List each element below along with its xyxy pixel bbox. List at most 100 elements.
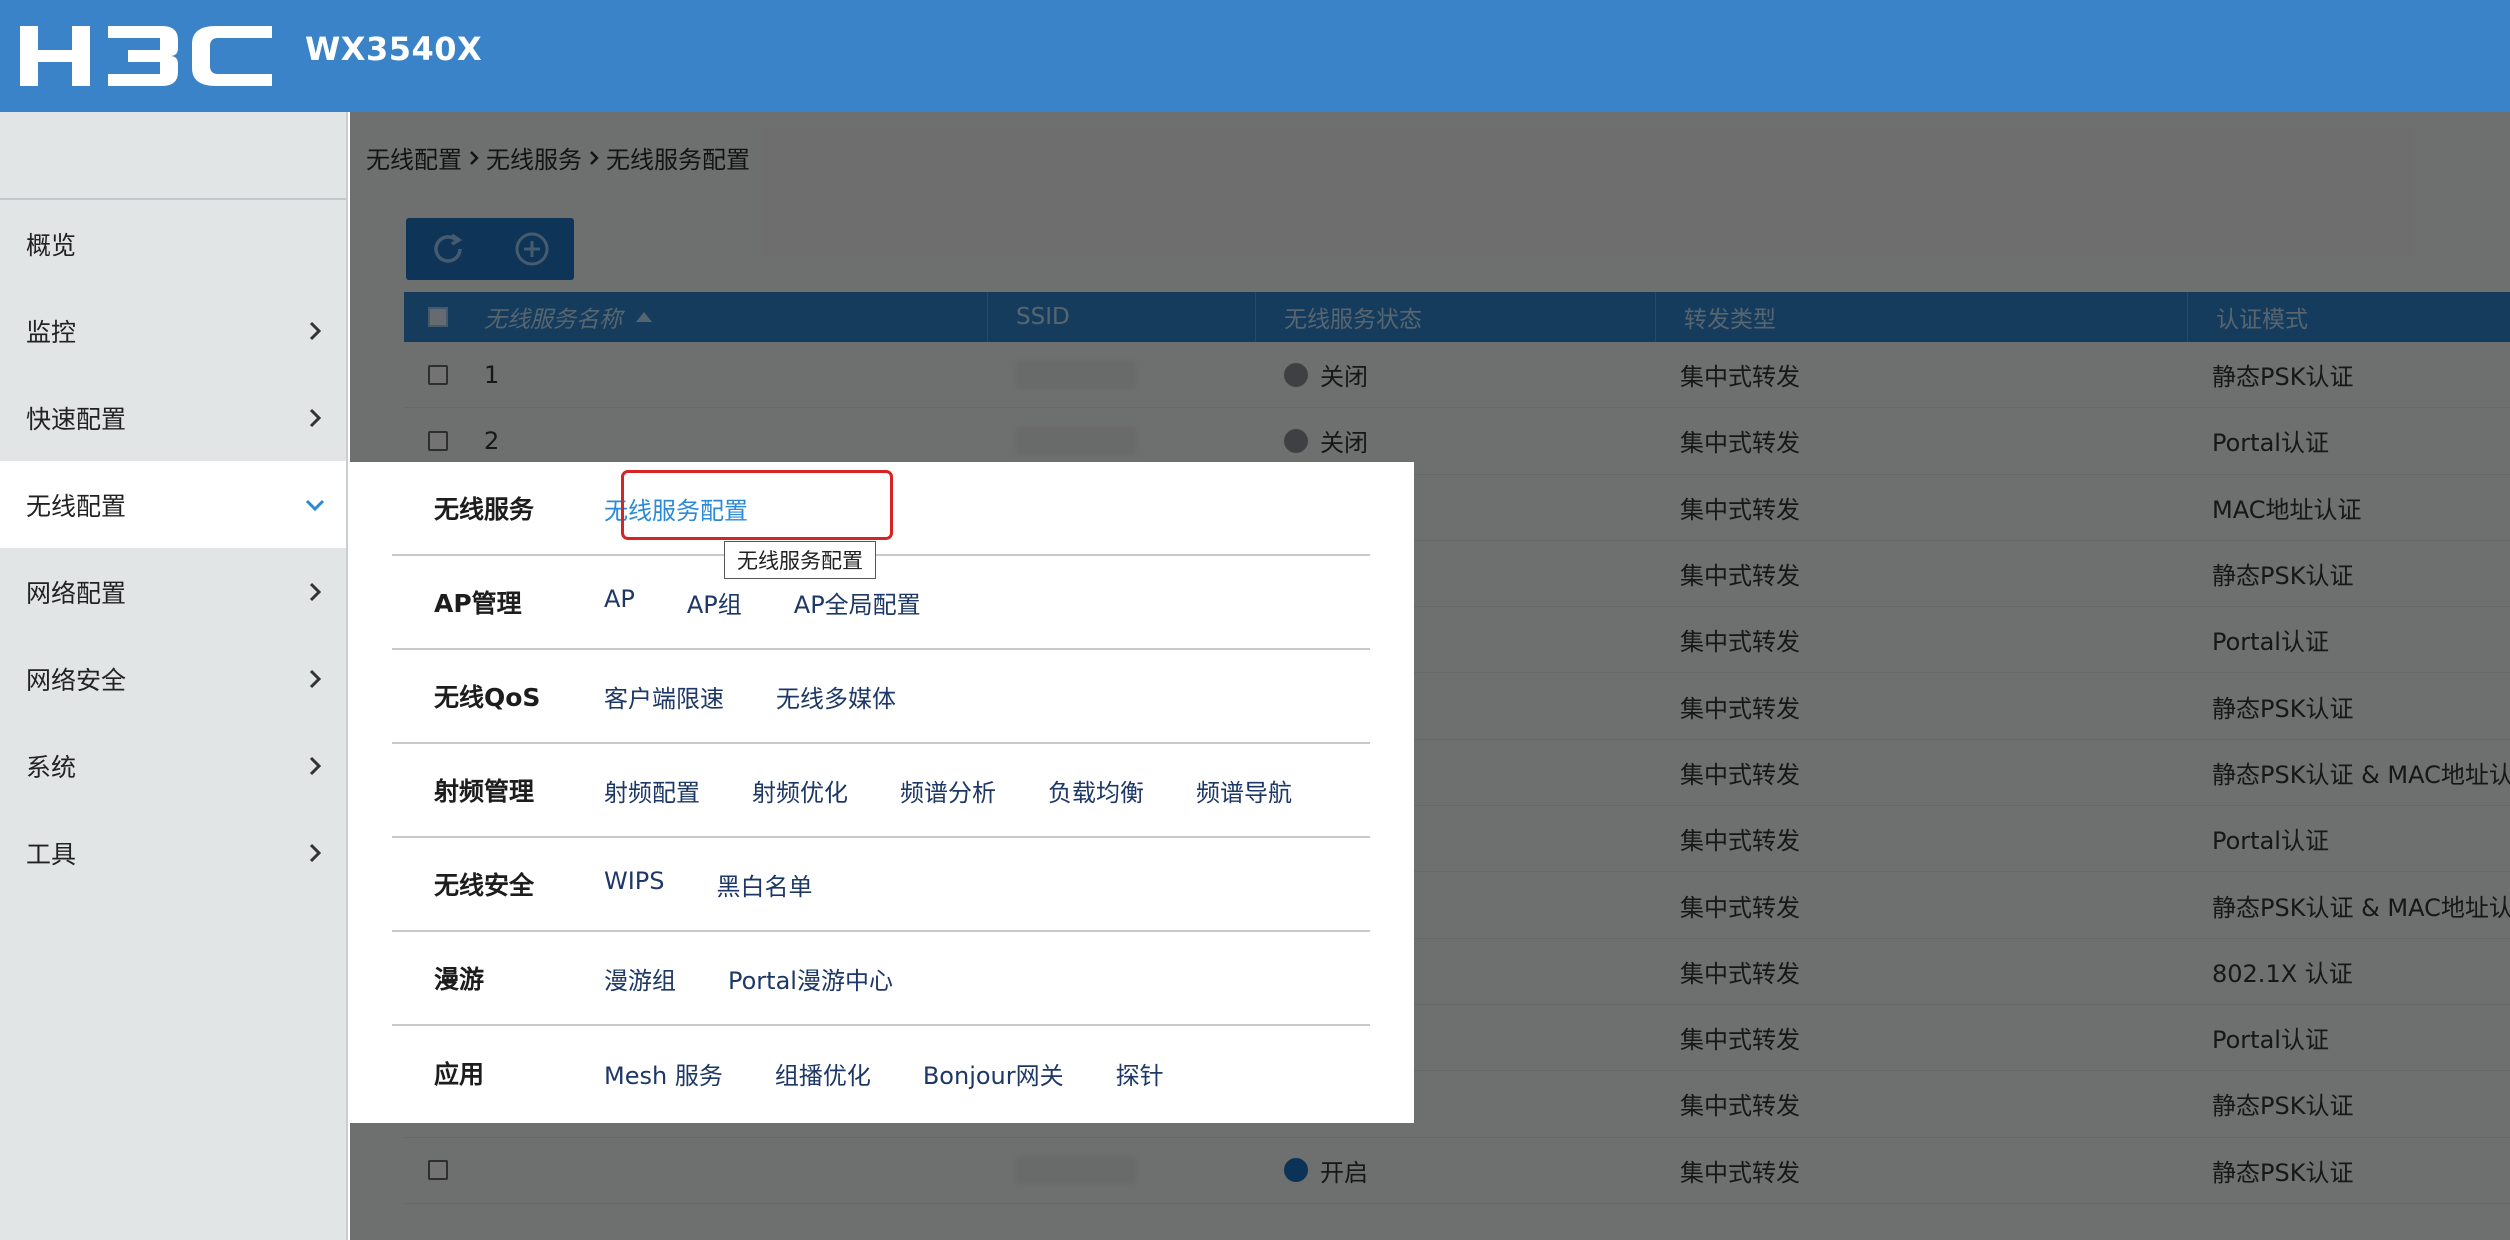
table-row[interactable]: 开启 集中式转发 静态PSK认证 bbox=[404, 1138, 2510, 1204]
toolbar bbox=[406, 218, 574, 280]
menu-group-wireless-security: 无线安全 WIPS 黑白名单 bbox=[392, 838, 1370, 932]
sidebar-item-system[interactable]: 系统 bbox=[0, 722, 346, 809]
row-forward-type: 集中式转发 bbox=[1680, 628, 1800, 657]
row-ssid-redacted bbox=[1016, 1156, 1136, 1185]
row-service-state: 关闭 bbox=[1284, 423, 1368, 458]
row-auth-mode: 静态PSK认证 & MAC地址认证 bbox=[2212, 893, 2510, 922]
menu-group-application: 应用 Mesh 服务 组播优化 Bonjour网关 探针 bbox=[392, 1026, 1370, 1120]
breadcrumb-item: 无线服务配置 bbox=[606, 146, 750, 174]
menu-link-band-navigation[interactable]: 频谱导航 bbox=[1196, 773, 1292, 808]
row-forward-type: 集中式转发 bbox=[1680, 562, 1800, 591]
menu-link-spectrum-analysis[interactable]: 频谱分析 bbox=[900, 773, 996, 808]
row-forward-type: 集中式转发 bbox=[1680, 893, 1800, 922]
refresh-button[interactable] bbox=[426, 227, 470, 271]
sidebar-item-label: 网络配置 bbox=[26, 578, 127, 608]
add-button[interactable] bbox=[510, 227, 554, 271]
menu-group-title: 射频管理 bbox=[434, 777, 535, 806]
sidebar-item-quick-config[interactable]: 快速配置 bbox=[0, 374, 346, 461]
menu-group-title: 无线安全 bbox=[434, 871, 535, 900]
tooltip: 无线服务配置 bbox=[724, 541, 876, 579]
row-forward-type: 集中式转发 bbox=[1680, 827, 1800, 856]
column-header-name[interactable]: 无线服务名称 bbox=[404, 292, 988, 342]
menu-link-mesh-service[interactable]: Mesh 服务 bbox=[604, 1056, 723, 1091]
h3c-logo bbox=[20, 26, 272, 86]
sidebar: 概览 监控 快速配置 无线配置 网络配置 网络安全 系统 工具 bbox=[0, 112, 348, 1240]
breadcrumb-item[interactable]: 无线配置 bbox=[366, 140, 462, 175]
menu-link-radio-config[interactable]: 射频配置 bbox=[604, 773, 700, 808]
menu-link-ap-group[interactable]: AP组 bbox=[687, 585, 742, 620]
column-label: SSID bbox=[1016, 304, 1070, 330]
menu-group-title: 无线QoS bbox=[434, 683, 541, 712]
row-auth-mode: 静态PSK认证 bbox=[2212, 1158, 2354, 1187]
sidebar-item-label: 无线配置 bbox=[26, 491, 127, 521]
sidebar-item-network-security[interactable]: 网络安全 bbox=[0, 635, 346, 722]
menu-group-roaming: 漫游 漫游组 Portal漫游中心 bbox=[392, 932, 1370, 1026]
row-forward-type: 集中式转发 bbox=[1680, 495, 1800, 524]
sidebar-item-label: 网络安全 bbox=[26, 665, 127, 695]
menu-link-multicast-optimization[interactable]: 组播优化 bbox=[775, 1056, 871, 1091]
row-auth-mode: Portal认证 bbox=[2212, 628, 2329, 657]
column-header-auth-mode[interactable]: 认证模式 bbox=[2188, 292, 2510, 342]
row-auth-mode: Portal认证 bbox=[2212, 827, 2329, 856]
sort-asc-icon bbox=[636, 312, 652, 322]
column-label: 转发类型 bbox=[1684, 307, 1776, 333]
sidebar-item-monitor[interactable]: 监控 bbox=[0, 287, 346, 374]
row-forward-type: 集中式转发 bbox=[1680, 1026, 1800, 1055]
row-forward-type: 集中式转发 bbox=[1680, 760, 1800, 789]
row-state-label: 关闭 bbox=[1320, 363, 1368, 392]
menu-link-blacklist-whitelist[interactable]: 黑白名单 bbox=[717, 867, 813, 902]
row-auth-mode: MAC地址认证 bbox=[2212, 495, 2362, 524]
menu-link-wireless-multimedia[interactable]: 无线多媒体 bbox=[776, 679, 896, 714]
menu-link-wips[interactable]: WIPS bbox=[604, 867, 665, 902]
row-auth-mode: 802.1X 认证 bbox=[2212, 959, 2353, 988]
column-header-ssid[interactable]: SSID bbox=[988, 292, 1256, 342]
row-service-name[interactable]: 2 bbox=[484, 427, 499, 455]
row-auth-mode: 静态PSK认证 & MAC地址认证 bbox=[2212, 760, 2510, 789]
menu-group-title: 无线服务 bbox=[434, 495, 535, 524]
refresh-icon bbox=[434, 233, 463, 263]
menu-link-radio-optimization[interactable]: 射频优化 bbox=[752, 773, 848, 808]
status-dot-icon bbox=[1284, 428, 1308, 453]
table-row[interactable]: 1 关闭 集中式转发 静态PSK认证 bbox=[404, 342, 2510, 409]
row-auth-mode: 静态PSK认证 bbox=[2212, 694, 2354, 723]
sidebar-item-label: 工具 bbox=[26, 839, 77, 869]
sidebar-item-tools[interactable]: 工具 bbox=[0, 809, 346, 896]
menu-link-roaming-group[interactable]: 漫游组 bbox=[604, 961, 676, 996]
select-all-checkbox[interactable] bbox=[428, 307, 448, 327]
row-state-label: 关闭 bbox=[1320, 429, 1368, 458]
row-service-state: 关闭 bbox=[1284, 357, 1368, 392]
column-label: 认证模式 bbox=[2216, 307, 2308, 333]
menu-link-client-rate-limit[interactable]: 客户端限速 bbox=[604, 679, 724, 714]
sidebar-item-overview[interactable]: 概览 bbox=[0, 200, 346, 287]
chevron-right-icon bbox=[309, 843, 322, 862]
menu-group-wireless-qos: 无线QoS 客户端限速 无线多媒体 bbox=[392, 650, 1370, 744]
breadcrumb: 无线配置 无线服务 无线服务配置 bbox=[366, 140, 750, 175]
menu-link-bonjour-gateway[interactable]: Bonjour网关 bbox=[923, 1056, 1064, 1091]
row-checkbox[interactable] bbox=[428, 1160, 448, 1181]
row-forward-type: 集中式转发 bbox=[1680, 1158, 1800, 1187]
add-circle-icon bbox=[515, 232, 549, 266]
row-ssid-redacted bbox=[1016, 426, 1136, 455]
chevron-down-icon bbox=[305, 499, 325, 511]
wireless-config-menu: 无线服务 无线服务配置 AP管理 AP AP组 AP全局配置 无线QoS 客户端… bbox=[348, 462, 1414, 1123]
menu-group-ap-management: AP管理 AP AP组 AP全局配置 bbox=[392, 556, 1370, 650]
row-checkbox[interactable] bbox=[428, 364, 448, 385]
breadcrumb-item[interactable]: 无线服务 bbox=[486, 140, 582, 175]
menu-link-ap-global-config[interactable]: AP全局配置 bbox=[794, 585, 921, 620]
column-header-forward-type[interactable]: 转发类型 bbox=[1656, 292, 2188, 342]
row-service-name[interactable]: 1 bbox=[484, 361, 499, 389]
sidebar-item-label: 概览 bbox=[26, 230, 77, 260]
menu-link-ap[interactable]: AP bbox=[604, 585, 635, 620]
column-label: 无线服务名称 bbox=[484, 307, 622, 333]
row-checkbox[interactable] bbox=[428, 430, 448, 451]
row-auth-mode: 静态PSK认证 bbox=[2212, 1092, 2354, 1121]
menu-link-portal-roaming-center[interactable]: Portal漫游中心 bbox=[728, 961, 893, 996]
menu-link-load-balance[interactable]: 负载均衡 bbox=[1048, 773, 1144, 808]
sidebar-item-wireless-config[interactable]: 无线配置 bbox=[0, 461, 346, 548]
column-header-state[interactable]: 无线服务状态 bbox=[1256, 292, 1656, 342]
sidebar-item-network-config[interactable]: 网络配置 bbox=[0, 548, 346, 635]
column-label: 无线服务状态 bbox=[1284, 307, 1422, 333]
row-auth-mode: Portal认证 bbox=[2212, 1026, 2329, 1055]
status-dot-icon bbox=[1284, 362, 1308, 387]
menu-link-probe[interactable]: 探针 bbox=[1116, 1056, 1164, 1091]
